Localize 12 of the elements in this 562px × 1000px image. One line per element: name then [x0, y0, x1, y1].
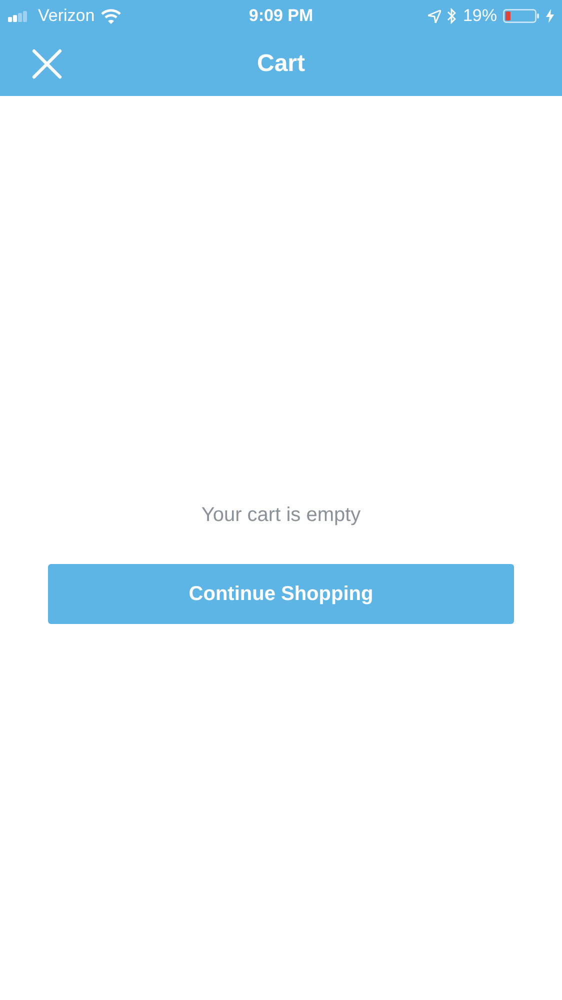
battery-percent: 19%	[462, 6, 497, 26]
battery-icon	[503, 9, 540, 23]
continue-shopping-button[interactable]: Continue Shopping	[48, 564, 514, 624]
charging-bolt-icon	[546, 9, 554, 23]
carrier-name: Verizon	[38, 6, 95, 26]
bluetooth-icon	[446, 8, 457, 24]
status-time: 9:09 PM	[248, 6, 314, 26]
empty-cart-message: Your cart is empty	[201, 504, 361, 527]
page-title: Cart	[256, 50, 305, 78]
location-arrow-icon	[428, 10, 441, 22]
close-button[interactable]	[32, 49, 62, 79]
wifi-icon	[100, 8, 121, 24]
